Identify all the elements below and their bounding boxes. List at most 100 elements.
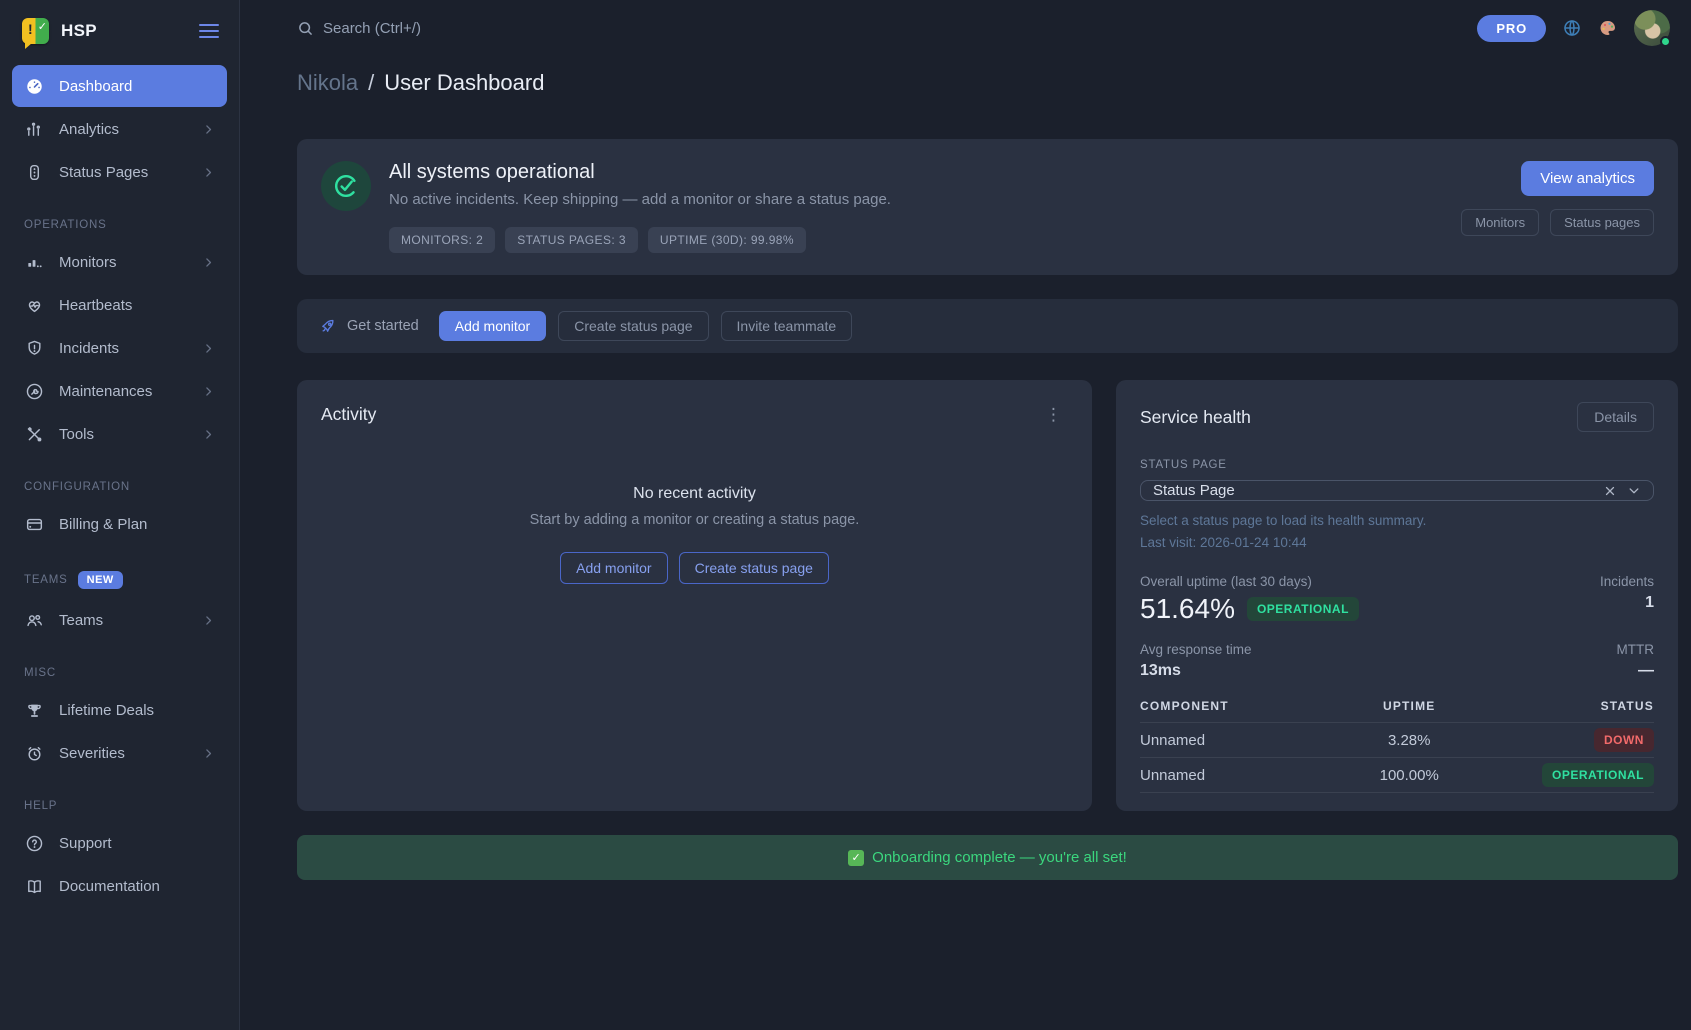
- credit-card-icon: [24, 514, 44, 534]
- get-started-label: Get started: [319, 317, 419, 335]
- empty-state-subtitle: Start by adding a monitor or creating a …: [321, 512, 1068, 528]
- breadcrumb-separator: /: [368, 70, 374, 96]
- breadcrumb: Nikola / User Dashboard: [297, 70, 1678, 96]
- kebab-menu-icon[interactable]: ⋮: [1039, 402, 1068, 427]
- sidebar-item-teams[interactable]: Teams: [12, 599, 227, 641]
- hamburger-menu-icon[interactable]: [199, 24, 219, 38]
- topbar-right: PRO: [1477, 10, 1678, 46]
- sidebar-item-label: Billing & Plan: [59, 516, 147, 533]
- activity-title: Activity: [321, 404, 376, 425]
- online-status-dot: [1660, 36, 1671, 47]
- monitors-count-badge: MONITORS: 2: [389, 227, 495, 253]
- users-icon: [24, 610, 44, 630]
- chevron-down-icon: [1627, 484, 1641, 498]
- sidebar-item-severities[interactable]: Severities: [12, 732, 227, 774]
- chevron-right-icon: [202, 747, 215, 760]
- breadcrumb-parent-link[interactable]: Nikola: [297, 70, 358, 96]
- hero-text-block: All systems operational No active incide…: [389, 161, 891, 253]
- component-status-badge: DOWN: [1594, 728, 1654, 752]
- app-window: ! ✓ HSP Dashboard Analytics: [0, 0, 1691, 1030]
- search-icon: [297, 20, 314, 37]
- onboarding-message: Onboarding complete — you're all set!: [872, 849, 1127, 866]
- palette-icon[interactable]: [1598, 18, 1618, 38]
- search-input[interactable]: Search (Ctrl+/): [297, 20, 421, 37]
- check-circle-icon: [321, 161, 371, 211]
- overall-uptime-stat: Overall uptime (last 30 days) 51.64% OPE…: [1140, 574, 1359, 625]
- sidebar-item-heartbeats[interactable]: Heartbeats: [12, 284, 227, 326]
- clear-selection-icon[interactable]: [1603, 484, 1617, 498]
- status-pages-button[interactable]: Status pages: [1550, 209, 1654, 236]
- rocket-icon: [319, 317, 337, 335]
- uptime-label: Overall uptime (last 30 days): [1140, 574, 1359, 589]
- check-icon: ✓: [848, 850, 864, 866]
- tools-icon: [24, 424, 44, 444]
- add-monitor-button[interactable]: Add monitor: [439, 311, 546, 341]
- sidebar-section-misc: MISC: [0, 667, 239, 679]
- system-status-card: All systems operational No active incide…: [297, 139, 1678, 275]
- sidebar-nav: Dashboard Analytics Status Pages OPERATI…: [0, 58, 239, 1030]
- logo-exclamation: !: [28, 21, 33, 37]
- invite-teammate-button[interactable]: Invite teammate: [721, 311, 853, 341]
- sidebar-item-lifetime-deals[interactable]: Lifetime Deals: [12, 689, 227, 731]
- sidebar-item-monitors[interactable]: Monitors: [12, 241, 227, 283]
- details-button[interactable]: Details: [1577, 402, 1654, 432]
- status-badge: OPERATIONAL: [1247, 597, 1359, 621]
- table-row[interactable]: Unnamed 3.28% DOWN: [1140, 723, 1654, 758]
- sidebar-item-label: Analytics: [59, 121, 119, 138]
- status-page-field-label: STATUS PAGE: [1140, 459, 1654, 471]
- table-row[interactable]: Unnamed 100.00% OPERATIONAL: [1140, 758, 1654, 793]
- sidebar-item-label: Severities: [59, 745, 125, 762]
- component-status-badge: OPERATIONAL: [1542, 763, 1654, 787]
- sidebar-item-documentation[interactable]: Documentation: [12, 865, 227, 907]
- sidebar-item-tools[interactable]: Tools: [12, 413, 227, 455]
- sidebar-item-dashboard[interactable]: Dashboard: [12, 65, 227, 107]
- traffic-light-icon: [24, 162, 44, 182]
- status-page-select[interactable]: Status Page: [1140, 480, 1654, 501]
- hero-actions: View analytics Monitors Status pages: [1461, 161, 1654, 253]
- empty-create-status-page-button[interactable]: Create status page: [679, 552, 829, 584]
- service-health-title: Service health: [1140, 407, 1251, 428]
- sidebar-item-billing[interactable]: Billing & Plan: [12, 503, 227, 545]
- page-title: User Dashboard: [384, 70, 544, 96]
- sidebar-section-operations: OPERATIONS: [0, 219, 239, 231]
- status-pages-count-badge: STATUS PAGES: 3: [505, 227, 638, 253]
- cards-row: Activity ⋮ No recent activity Start by a…: [297, 380, 1678, 811]
- mttr-stat: MTTR —: [1617, 642, 1655, 680]
- create-status-page-button[interactable]: Create status page: [558, 311, 708, 341]
- onboarding-banner: ✓ Onboarding complete — you're all set!: [297, 835, 1678, 880]
- alarm-clock-icon: [24, 743, 44, 763]
- sidebar-item-label: Teams: [59, 612, 103, 629]
- sidebar-item-label: Documentation: [59, 878, 160, 895]
- chevron-right-icon: [202, 385, 215, 398]
- sidebar-item-analytics[interactable]: Analytics: [12, 108, 227, 150]
- sidebar-item-label: Status Pages: [59, 164, 148, 181]
- monitors-button[interactable]: Monitors: [1461, 209, 1539, 236]
- column-header-status: STATUS: [1491, 699, 1654, 713]
- sidebar-item-label: Heartbeats: [59, 297, 132, 314]
- hero-title: All systems operational: [389, 161, 891, 184]
- incidents-value: 1: [1600, 594, 1654, 612]
- wrench-circle-icon: [24, 381, 44, 401]
- sidebar-item-label: Incidents: [59, 340, 119, 357]
- bars-icon: [24, 252, 44, 272]
- uptime-badge: UPTIME (30D): 99.98%: [648, 227, 806, 253]
- pro-badge[interactable]: PRO: [1477, 15, 1546, 42]
- new-badge: NEW: [78, 571, 123, 589]
- select-helper-text: Select a status page to load its health …: [1140, 513, 1654, 528]
- sidebar-item-support[interactable]: Support: [12, 822, 227, 864]
- sidebar-item-incidents[interactable]: Incidents: [12, 327, 227, 369]
- bar-chart-icon: [24, 119, 44, 139]
- sidebar-section-configuration: CONFIGURATION: [0, 481, 239, 493]
- sidebar-item-label: Support: [59, 835, 112, 852]
- hero-subtitle: No active incidents. Keep shipping — add…: [389, 191, 891, 208]
- hero-stats: MONITORS: 2 STATUS PAGES: 3 UPTIME (30D)…: [389, 227, 891, 253]
- globe-icon[interactable]: [1562, 18, 1582, 38]
- mttr-label: MTTR: [1617, 642, 1655, 657]
- empty-add-monitor-button[interactable]: Add monitor: [560, 552, 667, 584]
- sidebar-item-status-pages[interactable]: Status Pages: [12, 151, 227, 193]
- sidebar-item-maintenances[interactable]: Maintenances: [12, 370, 227, 412]
- gauge-icon: [24, 76, 44, 96]
- search-placeholder: Search (Ctrl+/): [323, 20, 421, 37]
- view-analytics-button[interactable]: View analytics: [1521, 161, 1654, 196]
- user-avatar[interactable]: [1634, 10, 1670, 46]
